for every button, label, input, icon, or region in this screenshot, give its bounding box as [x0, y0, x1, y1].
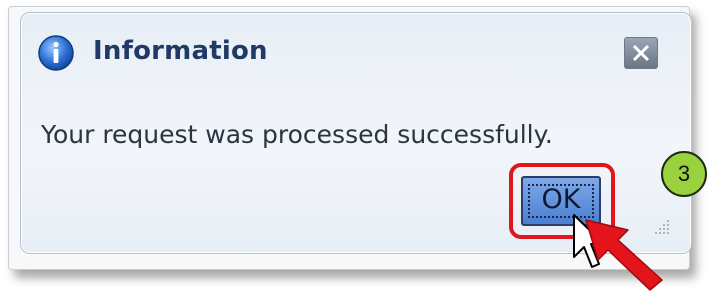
dialog-message: Your request was processed successfully. — [41, 120, 553, 149]
info-icon — [38, 35, 74, 71]
close-button[interactable] — [624, 37, 658, 69]
dialog-titlebar: Information — [21, 13, 691, 87]
step-badge: 3 — [661, 151, 707, 197]
ok-button-label: OK — [541, 184, 581, 215]
red-arrow-icon — [582, 216, 666, 295]
screenshot-stage: Information Your request was processed s… — [0, 0, 711, 295]
dialog-title: Information — [93, 36, 268, 66]
